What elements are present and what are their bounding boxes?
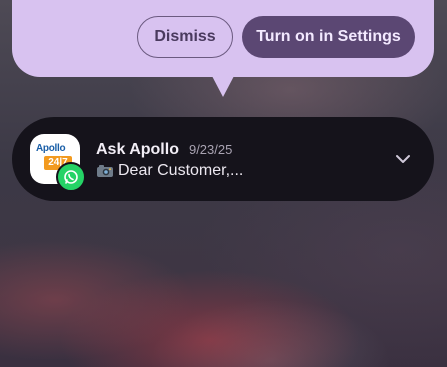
notification-message-row: Dear Customer,... bbox=[96, 162, 243, 180]
notification-permission-prompt: Dismiss Turn on in Settings bbox=[12, 0, 434, 97]
app-name: Ask Apollo bbox=[96, 141, 179, 158]
turn-on-in-settings-button[interactable]: Turn on in Settings bbox=[242, 16, 415, 58]
camera-icon bbox=[96, 164, 114, 178]
notification-time: 9/23/25 bbox=[188, 142, 233, 157]
apollo-logo-text: Apollo bbox=[36, 143, 66, 154]
dismiss-button[interactable]: Dismiss bbox=[137, 16, 233, 58]
notification-header: Ask Apollo 9/23/25 bbox=[96, 141, 232, 159]
chevron-down-icon[interactable] bbox=[394, 150, 412, 168]
notification-card[interactable]: Apollo 24|7 Ask Apollo 9/23/25 Dear Cust… bbox=[12, 117, 434, 201]
notification-message: Dear Customer,... bbox=[118, 162, 244, 179]
whatsapp-icon bbox=[56, 162, 86, 192]
